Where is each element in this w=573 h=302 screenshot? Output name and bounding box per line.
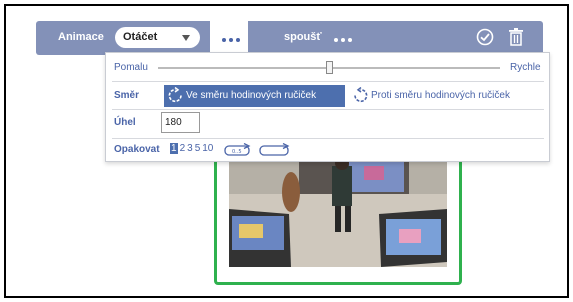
animation-label: Animace [58, 31, 104, 43]
divider [112, 81, 544, 82]
repeat-option[interactable]: 10 [202, 143, 213, 154]
repeat-row: Opakovat 1 2 3 5 10 0..5 [106, 142, 549, 158]
speed-fast-label: Rychle [510, 62, 541, 73]
trigger-options-button[interactable] [334, 38, 352, 42]
repeat-option[interactable]: 1 [170, 143, 178, 154]
repeat-option[interactable]: 3 [187, 143, 193, 154]
divider [112, 138, 544, 139]
classroom-photo [229, 154, 447, 267]
loop-infinite-icon[interactable] [259, 143, 291, 156]
check-circle-icon[interactable] [476, 28, 494, 46]
repeat-options: 1 2 3 5 10 [170, 143, 213, 154]
photo-illustration [229, 154, 447, 267]
animation-options-button[interactable] [210, 21, 248, 55]
angle-input[interactable]: 180 [161, 112, 200, 133]
chevron-down-icon [182, 35, 190, 41]
trigger-label: spoušť [284, 31, 322, 43]
direction-counterclockwise-label: Proti směru hodinových ručiček [371, 90, 510, 101]
svg-text:0..5: 0..5 [232, 149, 242, 155]
direction-clockwise-option[interactable]: Ve směru hodinových ručiček [164, 85, 345, 107]
rotate-clockwise-icon [168, 87, 182, 103]
direction-counterclockwise-option[interactable]: Proti směru hodinových ručiček [349, 85, 545, 107]
direction-clockwise-label: Ve směru hodinových ručiček [186, 90, 317, 101]
angle-label: Úhel [114, 117, 136, 128]
angle-row: Úhel 180 [106, 112, 549, 134]
direction-row: Směr Ve směru hodinových ručiček Proti s… [106, 85, 549, 107]
repeat-option[interactable]: 2 [180, 143, 186, 154]
speed-slider-handle[interactable] [325, 61, 333, 74]
divider [112, 109, 544, 110]
animation-select[interactable]: Otáčet [115, 27, 200, 48]
loop-limited-icon[interactable]: 0..5 [224, 143, 254, 156]
repeat-label: Opakovat [114, 144, 160, 155]
trash-icon[interactable] [508, 28, 524, 46]
direction-label: Směr [114, 90, 140, 101]
repeat-option[interactable]: 5 [195, 143, 201, 154]
speed-row: Pomalu Rychle [106, 59, 549, 77]
animation-settings-panel: Pomalu Rychle Směr Ve směru hodinových r… [105, 52, 550, 162]
rotate-counterclockwise-icon [354, 87, 368, 103]
dots-icon [222, 38, 240, 42]
animation-toolbar: Animace Otáčet spoušť [36, 21, 543, 55]
speed-slow-label: Pomalu [114, 62, 148, 73]
animation-select-value: Otáčet [123, 31, 158, 43]
